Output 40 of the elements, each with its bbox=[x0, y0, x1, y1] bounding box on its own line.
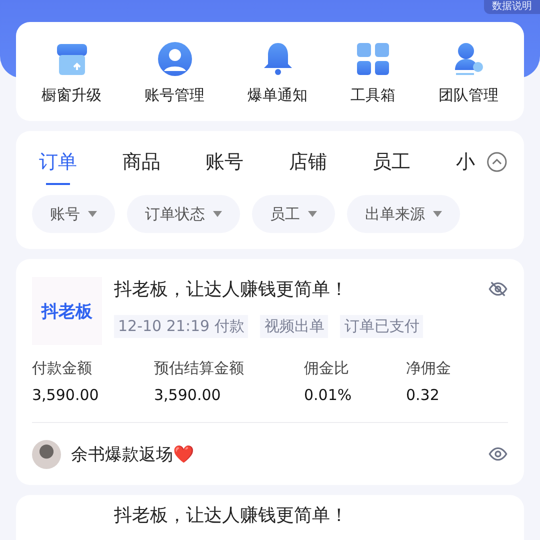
collapse-icon[interactable] bbox=[486, 151, 508, 173]
caret-icon bbox=[213, 211, 222, 217]
avatar bbox=[32, 440, 61, 468]
order-title: 抖老板，让达人赚钱更简单！ bbox=[114, 505, 348, 526]
order-tag: 订单已支付 bbox=[340, 315, 424, 338]
metric-value: 3,590.00 bbox=[32, 386, 100, 404]
metric-value: 3,590.00 bbox=[154, 386, 222, 404]
shortcut-button[interactable]: 橱窗升级 bbox=[42, 40, 102, 105]
tab[interactable]: 店铺 bbox=[282, 145, 366, 185]
order-tag: 12-10 21:19 付款 bbox=[114, 315, 248, 338]
shortcut-button[interactable]: 工具箱 bbox=[350, 40, 396, 105]
eye-off-icon[interactable] bbox=[488, 279, 508, 299]
tab[interactable]: 账号 bbox=[198, 145, 282, 185]
filter-dropdown[interactable]: 出单来源 bbox=[347, 195, 460, 233]
shortcut-button[interactable]: 账号管理 bbox=[144, 40, 204, 105]
metric-label: 佣金比 bbox=[304, 359, 350, 378]
caret-icon bbox=[308, 211, 317, 217]
metric-label: 净佣金 bbox=[406, 359, 452, 378]
logo: 抖老板 bbox=[32, 277, 102, 345]
tab[interactable]: 员工 bbox=[365, 145, 449, 185]
tab[interactable]: 订单 bbox=[32, 145, 116, 185]
grid-icon bbox=[354, 40, 392, 78]
info-button[interactable]: 数据说明 bbox=[484, 0, 540, 14]
metric-value: 0.32 bbox=[406, 386, 440, 404]
creator-name: 余书爆款返场❤ bbox=[71, 444, 195, 466]
filter-dropdown[interactable]: 员工 bbox=[252, 195, 335, 233]
caret-icon bbox=[433, 211, 442, 217]
tab[interactable]: 小 bbox=[448, 145, 532, 185]
user-icon bbox=[156, 40, 194, 78]
metric-value: 0.01% bbox=[304, 386, 353, 404]
filter-dropdown[interactable]: 订单状态 bbox=[127, 195, 240, 233]
filter-dropdown[interactable]: 账号 bbox=[32, 195, 115, 233]
metric-label: 付款金额 bbox=[32, 359, 93, 378]
shortcut-button[interactable]: 团队管理 bbox=[438, 40, 498, 105]
order-tag: 视频出单 bbox=[260, 315, 328, 338]
order-title: 抖老板，让达人赚钱更简单！ bbox=[114, 278, 348, 301]
tab[interactable]: 商品 bbox=[115, 145, 199, 185]
shortcut-button[interactable]: 爆单通知 bbox=[248, 40, 308, 105]
metric-label: 预估结算金额 bbox=[154, 359, 245, 378]
caret-icon bbox=[88, 211, 97, 217]
